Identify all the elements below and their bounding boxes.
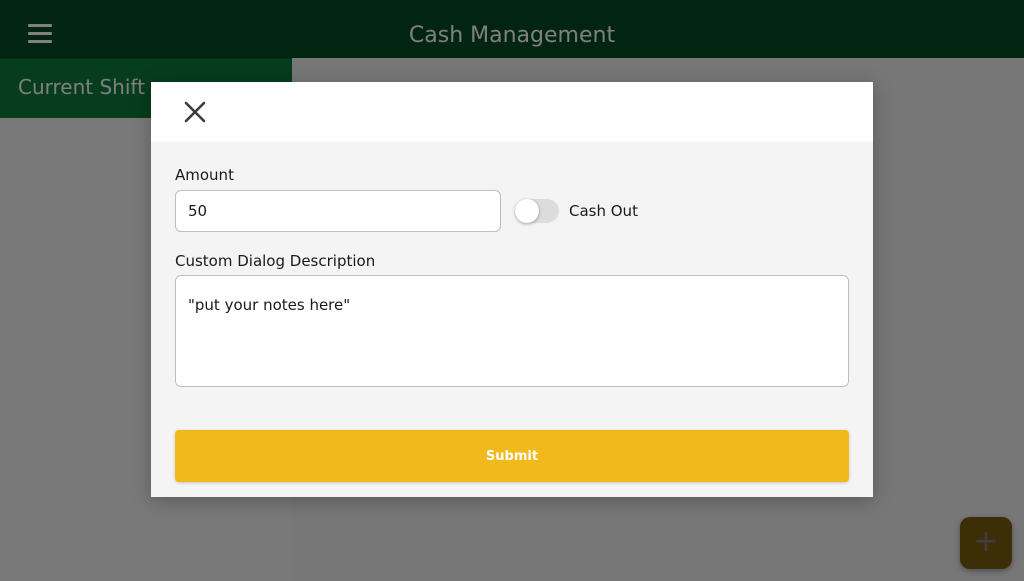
amount-label: Amount — [175, 166, 234, 184]
toggle-knob — [515, 199, 539, 223]
cash-out-toggle[interactable] — [515, 199, 559, 223]
dialog-header — [151, 82, 873, 142]
submit-button[interactable]: Submit — [175, 430, 849, 482]
cash-dialog: Amount Cash Out Custom Dialog Descriptio… — [151, 82, 873, 497]
description-label: Custom Dialog Description — [175, 252, 376, 270]
description-textarea[interactable]: "put your notes here" — [175, 275, 849, 387]
close-icon[interactable] — [181, 98, 209, 126]
amount-input[interactable] — [175, 190, 501, 232]
cash-out-label: Cash Out — [569, 202, 638, 220]
app-window: Cash Management Current Shift + Amount C… — [0, 0, 1024, 581]
